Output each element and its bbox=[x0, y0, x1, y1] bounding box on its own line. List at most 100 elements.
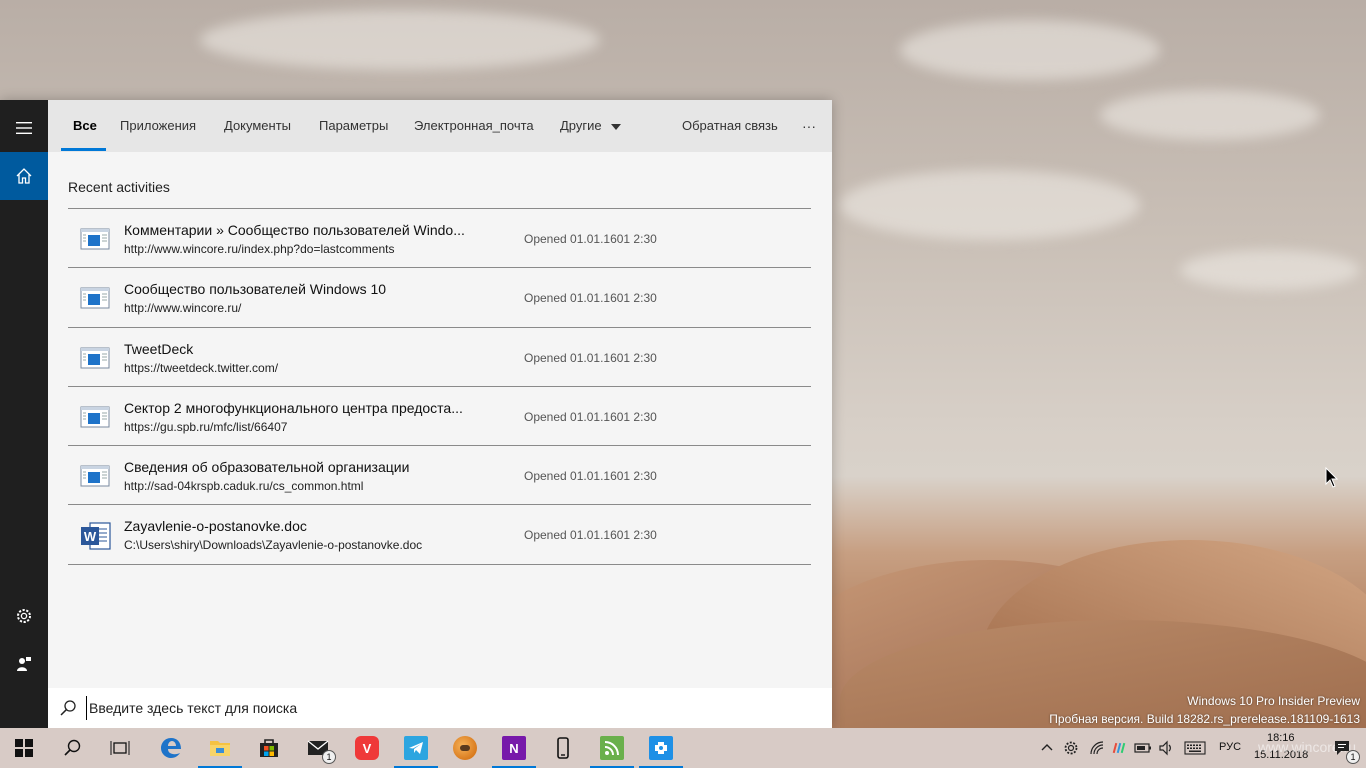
tab-documents[interactable]: Документы bbox=[224, 100, 291, 152]
taskbar: 1 V N РУС 18:16 15.11.2018 www.wincore.r… bbox=[0, 728, 1366, 768]
file-explorer-taskbar-button[interactable] bbox=[196, 728, 244, 768]
item-title: Zayavlenie-o-postanovke.doc bbox=[124, 518, 307, 535]
section-title: Recent activities bbox=[68, 179, 170, 195]
more-options-button[interactable]: ··· bbox=[802, 100, 816, 152]
gimp-icon bbox=[453, 736, 477, 760]
edge-taskbar-button[interactable] bbox=[147, 728, 195, 768]
mail-taskbar-button[interactable]: 1 bbox=[294, 728, 342, 768]
rss-feed-icon bbox=[600, 736, 624, 760]
action-center-button[interactable]: 1 bbox=[1318, 728, 1366, 768]
list-item[interactable]: TweetDeck https://tweetdeck.twitter.com/O… bbox=[68, 328, 811, 387]
gimp-taskbar-button[interactable] bbox=[441, 728, 489, 768]
mouse-cursor-icon bbox=[1325, 467, 1339, 488]
list-item[interactable]: Сообщество пользователей Windows 10 http:… bbox=[68, 268, 811, 328]
left-rail bbox=[0, 100, 48, 728]
feed-reader-taskbar-button[interactable] bbox=[588, 728, 636, 768]
telegram-icon bbox=[404, 736, 428, 760]
search-icon bbox=[64, 739, 81, 756]
item-path: C:\Users\shiry\Downloads\Zayavlenie-o-po… bbox=[124, 538, 423, 553]
settings-button[interactable] bbox=[0, 592, 48, 640]
search-icon bbox=[60, 700, 76, 716]
tab-settings[interactable]: Параметры bbox=[319, 100, 388, 152]
item-path: http://www.wincore.ru/ bbox=[124, 301, 242, 316]
caret-down-icon bbox=[611, 123, 622, 130]
battery-icon[interactable] bbox=[1133, 738, 1153, 758]
chevron-up-icon bbox=[1041, 744, 1053, 751]
feedback-link[interactable]: Обратная связь bbox=[682, 100, 778, 152]
web-page-icon bbox=[80, 343, 110, 373]
task-view-icon bbox=[110, 741, 130, 755]
list-item[interactable]: Комментарии » Сообщество пользователей W… bbox=[68, 209, 811, 269]
list-item[interactable]: Сведения об образовательной организации h… bbox=[68, 446, 811, 506]
active-tab-indicator bbox=[61, 148, 106, 151]
onenote-taskbar-button[interactable]: N bbox=[490, 728, 538, 768]
search-input[interactable] bbox=[86, 696, 786, 720]
build-watermark-line1: Windows 10 Pro Insider Preview bbox=[1187, 694, 1360, 708]
feedback-person-icon bbox=[17, 657, 31, 671]
item-title: Сведения об образовательной организации bbox=[124, 459, 410, 476]
gear-icon bbox=[17, 609, 31, 623]
web-page-icon bbox=[80, 402, 110, 432]
item-path: https://tweetdeck.twitter.com/ bbox=[124, 360, 279, 375]
tab-all[interactable]: Все bbox=[73, 100, 97, 152]
taskbar-search-button[interactable] bbox=[48, 728, 96, 768]
windows-logo-icon bbox=[15, 739, 33, 757]
colorful-tray-app-icon[interactable] bbox=[1110, 738, 1130, 758]
store-taskbar-button[interactable] bbox=[245, 728, 293, 768]
wifi-icon[interactable] bbox=[1087, 738, 1107, 758]
search-panel: Все Приложения Документы Параметры Элект… bbox=[0, 100, 832, 728]
notification-count-badge: 1 bbox=[1346, 750, 1360, 764]
results-area: Recent activities Комментарии » Сообщест… bbox=[48, 152, 832, 688]
word-doc-icon: W bbox=[80, 520, 111, 551]
item-title: TweetDeck bbox=[124, 340, 194, 357]
task-view-button[interactable] bbox=[96, 728, 144, 768]
home-button[interactable] bbox=[0, 152, 48, 200]
build-watermark-line2: Пробная версия. Build 18282.rs_prereleas… bbox=[1049, 712, 1360, 726]
item-opened-date: Opened 01.01.1601 2:30 bbox=[524, 409, 657, 424]
search-scope-tabs: Все Приложения Документы Параметры Элект… bbox=[48, 100, 832, 152]
folder-icon bbox=[210, 741, 230, 756]
app-icon bbox=[649, 736, 673, 760]
your-phone-taskbar-button[interactable] bbox=[539, 728, 587, 768]
item-opened-date: Opened 01.01.1601 2:30 bbox=[524, 469, 657, 484]
web-page-icon bbox=[80, 461, 110, 491]
edge-icon bbox=[161, 738, 181, 758]
tab-email[interactable]: Электронная_почта bbox=[414, 100, 534, 152]
item-title: Сообщество пользователей Windows 10 bbox=[124, 281, 387, 298]
home-icon bbox=[16, 168, 32, 184]
list-item[interactable]: Сектор 2 многофункционального центра пре… bbox=[68, 387, 811, 447]
item-path: http://sad-04krspb.caduk.ru/cs_common.ht… bbox=[124, 479, 364, 494]
start-button[interactable] bbox=[0, 728, 48, 768]
recent-activities-list: Комментарии » Сообщество пользователей W… bbox=[68, 208, 811, 565]
vivaldi-taskbar-button[interactable]: V bbox=[343, 728, 391, 768]
web-page-icon bbox=[80, 224, 110, 254]
item-opened-date: Opened 01.01.1601 2:30 bbox=[524, 232, 657, 246]
tab-apps[interactable]: Приложения bbox=[120, 100, 196, 152]
tab-more-dropdown[interactable]: Другие bbox=[560, 100, 622, 152]
list-item[interactable]: W Zayavlenie-o-postanovke.doc C:\Users\shi… bbox=[68, 505, 811, 565]
item-title: Сектор 2 многофункционального центра пре… bbox=[124, 399, 463, 416]
item-path: http://www.wincore.ru/index.php?do=lastc… bbox=[124, 242, 395, 256]
input-language-indicator[interactable]: РУС bbox=[1219, 741, 1241, 753]
tray-gear-icon[interactable] bbox=[1061, 738, 1081, 758]
tab-more-label: Другие bbox=[560, 118, 602, 133]
show-hidden-icons-button[interactable] bbox=[1037, 738, 1057, 758]
search-bar bbox=[48, 688, 832, 728]
item-path: https://gu.spb.ru/mfc/list/66407 bbox=[124, 419, 288, 434]
hamburger-menu-button[interactable] bbox=[0, 104, 48, 152]
store-bag-icon bbox=[260, 739, 278, 757]
app-taskbar-button[interactable] bbox=[637, 728, 685, 768]
item-title: Комментарии » Сообщество пользователей W… bbox=[124, 222, 465, 238]
touch-keyboard-icon[interactable] bbox=[1182, 738, 1208, 758]
web-page-icon bbox=[80, 283, 110, 313]
feedback-hub-button[interactable] bbox=[0, 640, 48, 688]
telegram-taskbar-button[interactable] bbox=[392, 728, 440, 768]
item-opened-date: Opened 01.01.1601 2:30 bbox=[524, 528, 657, 543]
item-opened-date: Opened 01.01.1601 2:30 bbox=[524, 291, 657, 306]
volume-icon[interactable] bbox=[1156, 738, 1176, 758]
onenote-icon: N bbox=[502, 736, 526, 760]
mail-unread-badge: 1 bbox=[322, 750, 336, 764]
hamburger-icon bbox=[16, 122, 32, 134]
svg-text:W: W bbox=[84, 529, 97, 544]
item-opened-date: Opened 01.01.1601 2:30 bbox=[524, 350, 657, 365]
